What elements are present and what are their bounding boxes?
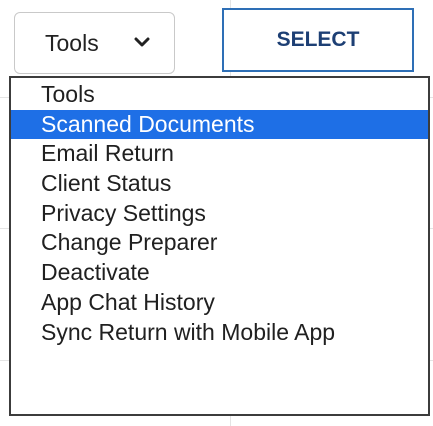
dropdown-option-client-status[interactable]: Client Status xyxy=(11,169,428,199)
dropdown-option-app-chat-history[interactable]: App Chat History xyxy=(11,288,428,318)
dropdown-option-change-preparer[interactable]: Change Preparer xyxy=(11,228,428,258)
select-button[interactable]: SELECT xyxy=(222,8,414,72)
dropdown-option-deactivate[interactable]: Deactivate xyxy=(11,258,428,288)
chevron-down-icon xyxy=(134,37,150,47)
tools-dropdown-list: Tools Scanned Documents Email Return Cli… xyxy=(9,76,430,416)
dropdown-option-sync-return-with-mobile-app[interactable]: Sync Return with Mobile App xyxy=(11,318,428,348)
dropdown-option-tools[interactable]: Tools xyxy=(11,80,428,110)
dropdown-option-privacy-settings[interactable]: Privacy Settings xyxy=(11,199,428,229)
page: Tools SELECT Tools Scanned Documents Ema… xyxy=(0,0,433,426)
tools-select[interactable]: Tools xyxy=(14,12,175,74)
dropdown-option-scanned-documents[interactable]: Scanned Documents xyxy=(11,109,428,140)
tools-select-value: Tools xyxy=(45,29,99,56)
dropdown-option-email-return[interactable]: Email Return xyxy=(11,139,428,169)
